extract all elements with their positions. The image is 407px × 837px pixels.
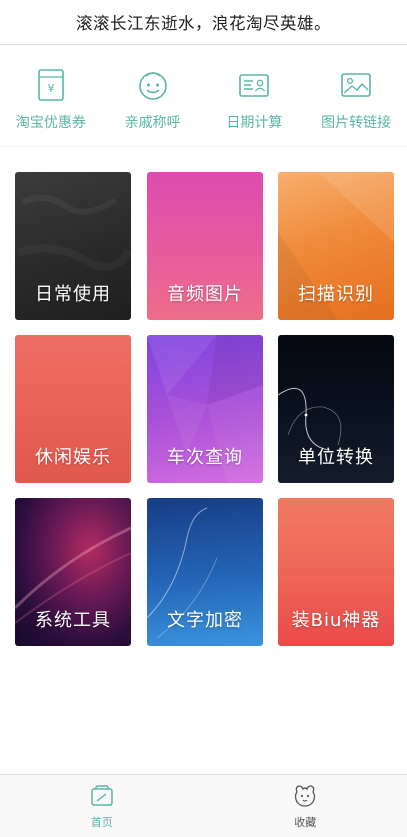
card-text-encrypt[interactable]: 文字加密 [147, 498, 263, 646]
card-title: 日常使用 [35, 284, 111, 305]
card-title: 系统工具 [35, 610, 111, 631]
image-icon [341, 73, 371, 97]
app-root: 滚滚长江东逝水，浪花淘尽英雄。 ¥ 淘宝优惠券 亲戚称呼 日期计算 图片转链接 … [0, 0, 407, 837]
tool-date-calc[interactable]: 日期计算 [204, 46, 306, 144]
tool-label: 图片转链接 [321, 115, 392, 131]
card-title: 装Biu神器 [291, 610, 381, 631]
svg-text:¥: ¥ [47, 82, 54, 95]
card-daily-use[interactable]: 日常使用 [15, 172, 131, 320]
card-unit-convert[interactable]: 单位转换 [278, 335, 394, 483]
tab-favorites[interactable]: 收藏 [204, 775, 407, 837]
card-title: 车次查询 [167, 447, 243, 468]
card-leisure[interactable]: 休闲娱乐 [15, 335, 131, 483]
card-title: 音频图片 [167, 284, 243, 305]
tool-label: 亲戚称呼 [124, 115, 181, 131]
section-divider [0, 146, 407, 147]
tool-label: 日期计算 [226, 115, 283, 131]
home-card-icon [91, 785, 113, 806]
card-title: 文字加密 [167, 610, 243, 631]
card-audio-image[interactable]: 音频图片 [147, 172, 263, 320]
card-system-tools[interactable]: 系统工具 [15, 498, 131, 646]
card-biu-tool[interactable]: 装Biu神器 [278, 498, 394, 646]
header-banner: 滚滚长江东逝水，浪花淘尽英雄。 [0, 0, 407, 45]
card-title: 休闲娱乐 [35, 447, 111, 468]
tab-home-label: 首页 [90, 816, 113, 829]
quick-tools-row: ¥ 淘宝优惠券 亲戚称呼 日期计算 图片转链接 [0, 46, 407, 144]
tab-favorites-label: 收藏 [294, 816, 317, 829]
banner-text: 滚滚长江东逝水，浪花淘尽英雄。 [76, 14, 331, 33]
card-title: 单位转换 [298, 447, 374, 468]
coupon-icon: ¥ [38, 69, 64, 101]
card-train-query[interactable]: 车次查询 [147, 335, 263, 483]
card-title: 扫描识别 [298, 284, 374, 305]
tab-home[interactable]: 首页 [0, 775, 204, 837]
tool-taobao-coupon[interactable]: ¥ 淘宝优惠券 [0, 46, 102, 144]
tool-label: 淘宝优惠券 [15, 115, 86, 131]
cute-face-icon [295, 785, 316, 807]
tool-image-to-link[interactable]: 图片转链接 [305, 46, 407, 144]
smiley-face-icon [138, 72, 167, 100]
id-card-icon [239, 74, 270, 97]
card-scan-recognize[interactable]: 扫描识别 [278, 172, 394, 320]
bottom-tab-bar: 首页 收藏 [0, 774, 407, 837]
tool-relative-title[interactable]: 亲戚称呼 [102, 46, 204, 144]
